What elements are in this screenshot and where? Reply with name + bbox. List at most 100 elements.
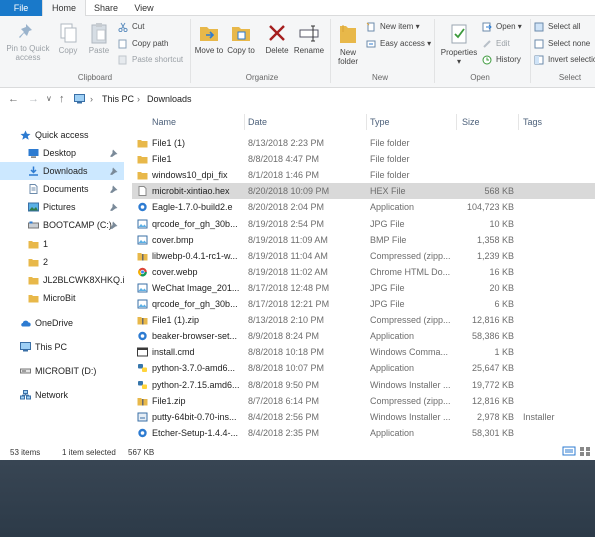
tab-home[interactable]: Home bbox=[42, 0, 86, 17]
file-tags: Installer bbox=[523, 411, 555, 422]
sidebar-item-label: Quick access bbox=[35, 130, 89, 140]
column-header-type[interactable]: Type bbox=[370, 112, 390, 132]
copy-path-label: Copy path bbox=[132, 39, 169, 48]
column-header-date[interactable]: Date bbox=[248, 112, 267, 132]
rename-button[interactable]: Rename bbox=[293, 22, 325, 55]
column-header-name[interactable]: Name bbox=[152, 112, 176, 132]
folder-icon bbox=[28, 241, 39, 249]
cmd-icon bbox=[137, 347, 148, 357]
sidebar-item[interactable]: 2 bbox=[0, 253, 124, 271]
move-to-button[interactable]: Move to bbox=[194, 22, 224, 55]
paste-button[interactable]: Paste bbox=[84, 22, 114, 55]
large-icons-toggle-icon[interactable] bbox=[579, 445, 591, 457]
file-row[interactable]: python-3.7.0-amd6... 8/8/2018 10:07 PM App… bbox=[132, 360, 595, 376]
tab-file[interactable]: File bbox=[0, 0, 42, 16]
details-view-toggle-icon[interactable] bbox=[562, 445, 576, 457]
pin-quick-access-button[interactable]: Pin to Quick access bbox=[4, 22, 52, 62]
rename-icon bbox=[299, 25, 319, 42]
file-row[interactable]: microbit-xintiao.hex 8/20/2018 10:09 PM HE… bbox=[132, 183, 595, 200]
forward-button[interactable]: → bbox=[28, 92, 39, 106]
open-button[interactable]: Open ▾ bbox=[482, 21, 522, 33]
file-row[interactable]: qrcode_for_gh_30b... 8/19/2018 2:54 PM JPG… bbox=[132, 216, 595, 232]
file-type: File folder bbox=[370, 138, 410, 148]
back-button[interactable]: ← bbox=[8, 92, 19, 106]
sidebar-item[interactable]: JL2BLCWK8XHKQ.in bbox=[0, 271, 124, 289]
column-separator bbox=[244, 114, 245, 130]
app-icon bbox=[138, 331, 147, 341]
new-item-button[interactable]: New item ▾ bbox=[366, 21, 420, 33]
sidebar-item[interactable]: OneDrive bbox=[0, 314, 124, 332]
recent-locations-dropdown[interactable]: ∨ bbox=[46, 92, 52, 106]
documents-icon bbox=[29, 184, 38, 194]
invert-selection-button[interactable]: Invert selection bbox=[534, 54, 595, 66]
file-date: 8/19/2018 11:02 AM bbox=[248, 266, 328, 277]
sidebar-item[interactable]: This PC bbox=[0, 338, 124, 356]
select-all-button[interactable]: Select all bbox=[534, 21, 580, 33]
select-none-button[interactable]: Select none bbox=[534, 38, 590, 50]
file-row[interactable]: Eagle-1.7.0-build2.e 8/20/2018 2:04 PM App… bbox=[132, 199, 595, 215]
file-row[interactable]: WeChat Image_201... 8/17/2018 12:48 PM JPG… bbox=[132, 280, 595, 296]
folder-icon bbox=[28, 295, 39, 303]
easy-access-button[interactable]: Easy access ▾ bbox=[366, 38, 431, 50]
file-row[interactable]: libwebp-0.4.1-rc1-w... 8/19/2018 11:04 AM… bbox=[132, 248, 595, 264]
file-row[interactable]: windows10_dpi_fix 8/1/2018 1:46 PM File fo… bbox=[132, 167, 595, 183]
file-row[interactable]: Etcher-Setup-1.4.4-... 8/4/2018 2:35 PM Ap… bbox=[132, 425, 595, 441]
column-header-size[interactable]: Size bbox=[462, 112, 480, 132]
file-row[interactable]: File1 (1).zip 8/13/2018 2:10 PM Compressed… bbox=[132, 312, 595, 328]
file-date: 8/17/2018 12:48 PM bbox=[248, 282, 330, 293]
sidebar-item[interactable]: Pictures bbox=[0, 198, 124, 216]
zip-icon bbox=[137, 317, 148, 325]
file-row[interactable]: beaker-browser-set... 8/9/2018 8:24 PM App… bbox=[132, 328, 595, 344]
move-to-folder-icon bbox=[200, 27, 218, 41]
copy-to-button[interactable]: Copy to bbox=[226, 22, 256, 55]
new-folder-button[interactable]: New folder bbox=[334, 22, 362, 66]
edit-button[interactable]: Edit bbox=[482, 38, 510, 50]
file-row[interactable]: cover.bmp 8/19/2018 11:09 AM BMP File 1,358… bbox=[132, 232, 595, 248]
file-row[interactable]: File1 8/8/2018 4:47 PM File folder bbox=[132, 151, 595, 167]
group-label-organize: Organize bbox=[245, 73, 279, 82]
sidebar-item[interactable]: BOOTCAMP (C:) bbox=[0, 216, 124, 234]
file-date: 8/9/2018 8:24 PM bbox=[248, 331, 320, 342]
image-icon bbox=[137, 299, 148, 309]
file-row[interactable]: putty-64bit-0.70-ins... 8/4/2018 2:56 PM W… bbox=[132, 409, 595, 425]
pin-icon bbox=[19, 24, 32, 38]
cut-button[interactable]: Cut bbox=[118, 21, 144, 33]
tab-view[interactable]: View bbox=[126, 0, 162, 16]
sidebar-item[interactable]: Quick access bbox=[0, 126, 124, 144]
column-header-tags[interactable]: Tags bbox=[523, 112, 542, 132]
history-button[interactable]: History bbox=[482, 54, 521, 66]
sidebar-item[interactable]: Network bbox=[0, 386, 124, 404]
file-row[interactable]: File1 (1) 8/13/2018 2:23 PM File folder bbox=[132, 135, 595, 151]
file-size: 104,723 KB bbox=[466, 202, 514, 213]
file-row[interactable]: cover.webp 8/19/2018 11:02 AM Chrome HTML … bbox=[132, 264, 595, 280]
copy-path-button[interactable]: Copy path bbox=[118, 38, 168, 50]
pinned-icon bbox=[110, 203, 118, 211]
file-row[interactable]: File1.zip 8/7/2018 6:14 PM Compressed (zip… bbox=[132, 393, 595, 409]
up-button[interactable]: ↑ bbox=[59, 92, 65, 106]
sidebar-item[interactable]: MICROBIT (D:) bbox=[0, 362, 124, 380]
star-icon bbox=[20, 130, 31, 140]
group-label-select: Select bbox=[558, 73, 582, 82]
copy-button[interactable]: Copy bbox=[54, 22, 82, 55]
sidebar-item[interactable]: Downloads bbox=[0, 162, 124, 180]
ribbon-separator bbox=[190, 19, 191, 83]
address-bar[interactable]: › This PC › Downloads bbox=[74, 91, 595, 107]
paste-shortcut-icon bbox=[118, 55, 127, 65]
paste-shortcut-button[interactable]: Paste shortcut bbox=[118, 54, 183, 66]
file-row[interactable]: python-2.7.15.amd6... 8/8/2018 9:50 PM Win… bbox=[132, 377, 595, 393]
breadcrumb-this-pc[interactable]: This PC bbox=[102, 91, 134, 107]
file-date: 8/8/2018 9:50 PM bbox=[248, 379, 320, 390]
edit-pencil-icon bbox=[483, 40, 491, 48]
status-bar: 53 items 1 item selected 567 KB bbox=[0, 445, 595, 460]
file-row[interactable]: qrcode_for_gh_30b... 8/17/2018 12:21 PM JP… bbox=[132, 296, 595, 312]
sidebar-item[interactable]: Documents bbox=[0, 180, 124, 198]
breadcrumb-downloads[interactable]: Downloads bbox=[147, 91, 192, 107]
tab-share[interactable]: Share bbox=[86, 0, 126, 16]
sidebar-item[interactable]: Desktop bbox=[0, 144, 124, 162]
ribbon-separator bbox=[330, 19, 331, 83]
delete-button[interactable]: Delete bbox=[262, 22, 292, 55]
file-row[interactable]: install.cmd 8/8/2018 10:18 PM Windows Comm… bbox=[132, 344, 595, 360]
sidebar-item[interactable]: 1 bbox=[0, 235, 124, 253]
properties-button[interactable]: Properties ▾ bbox=[438, 22, 480, 66]
sidebar-item[interactable]: MicroBit bbox=[0, 289, 124, 307]
